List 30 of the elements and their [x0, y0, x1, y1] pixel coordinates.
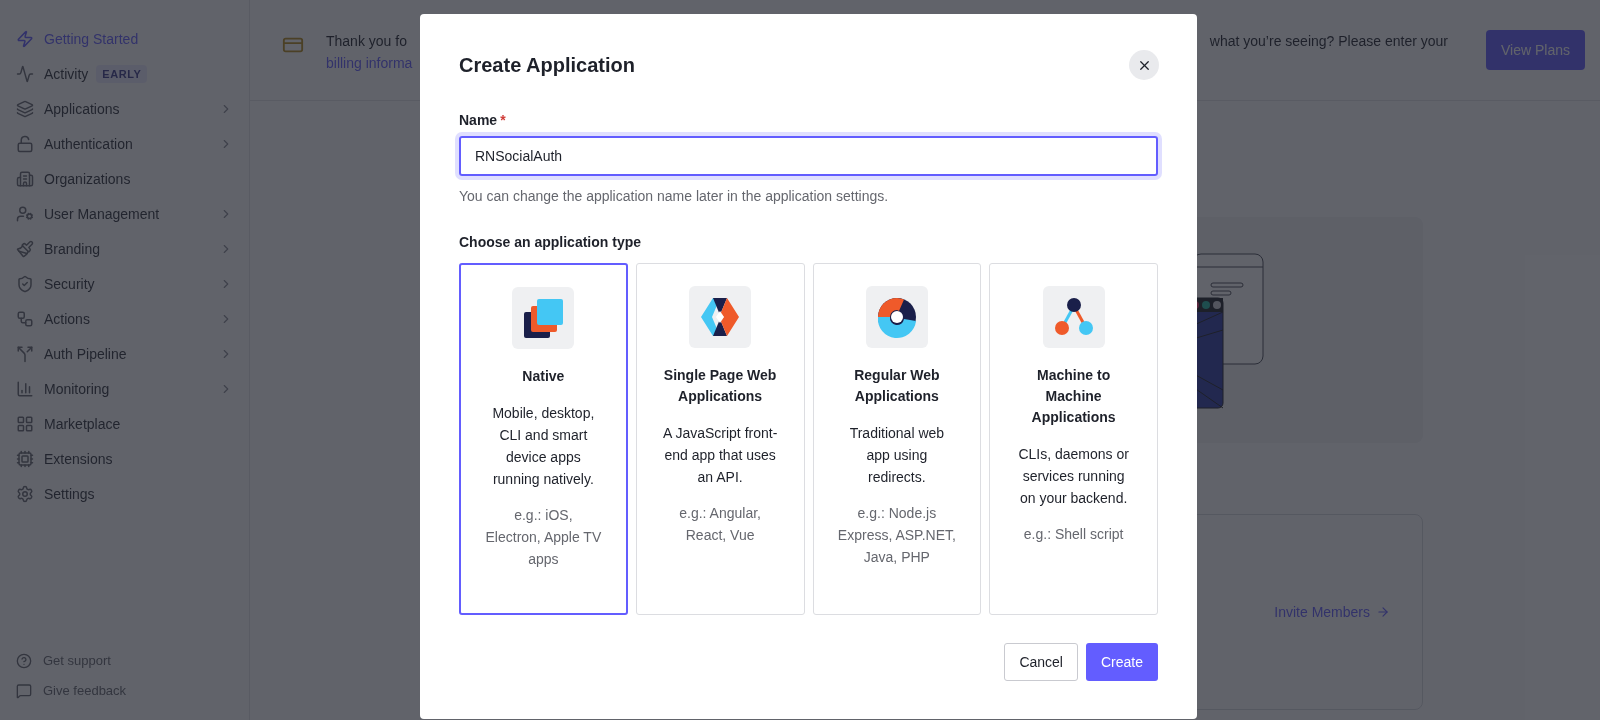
- banner-text: Thank you fo: [326, 32, 408, 51]
- create-button[interactable]: Create: [1085, 643, 1158, 681]
- example-text: e.g.: Angular, React, Vue: [678, 504, 762, 545]
- stacked-squares-icon: [512, 287, 575, 349]
- example-text: e.g.: Shell script: [1023, 525, 1124, 544]
- required-mark: *: [500, 111, 506, 130]
- card-title: Machine to Machine Applications: [1030, 366, 1117, 427]
- close-button[interactable]: [1129, 50, 1159, 80]
- field-label: Name: [459, 111, 498, 130]
- card-title: Single Page Web Applications: [662, 366, 778, 406]
- card-description: A JavaScript front-end app that uses an API.: [661, 424, 779, 487]
- dialog-title: Create Application: [459, 53, 635, 78]
- example-text: e.g.: Node.js Express, ASP.NET, Java, PHP: [837, 504, 957, 567]
- donut-logo-icon: [865, 286, 928, 348]
- diamond-logo-icon: [689, 286, 752, 348]
- card-description: Traditional web app using redirects.: [848, 424, 946, 487]
- app-type-card[interactable]: Single Page Web Applications A JavaScript front-end app that uses an API. e.g.: Angular, React, Vue: [635, 263, 805, 615]
- help-text: You can change the application name later in the application settings.: [459, 187, 890, 206]
- app-type-card[interactable]: Machine to Machine Applications CLIs, daemons or services running on your backend. e.g.: Shell script: [989, 263, 1158, 615]
- card-title: Native: [522, 367, 565, 386]
- example-text: e.g.: iOS, Electron, Apple TV apps: [485, 506, 602, 569]
- section-heading: Choose an application type: [459, 233, 643, 252]
- card-description: CLIs, daemons or services running on your backend.: [1017, 445, 1130, 508]
- connected-nodes-icon: [1042, 286, 1105, 348]
- cancel-button[interactable]: Cancel: [1004, 643, 1078, 681]
- app-type-card[interactable]: Native Mobile, desktop, CLI and smart device apps running natively. e.g.: iOS, Electron, Apple TV apps: [459, 263, 628, 615]
- app-type-card[interactable]: Regular Web Applications Traditional web app using redirects. e.g.: Node.js Express, ASP.NET, Java, PHP: [812, 263, 982, 615]
- card-title: Regular Web Applications: [853, 366, 941, 406]
- banner-text: what you’re seeing? Please enter your: [1209, 32, 1448, 51]
- card-description: Mobile, desktop, CLI and smart device apps running natively.: [491, 404, 596, 489]
